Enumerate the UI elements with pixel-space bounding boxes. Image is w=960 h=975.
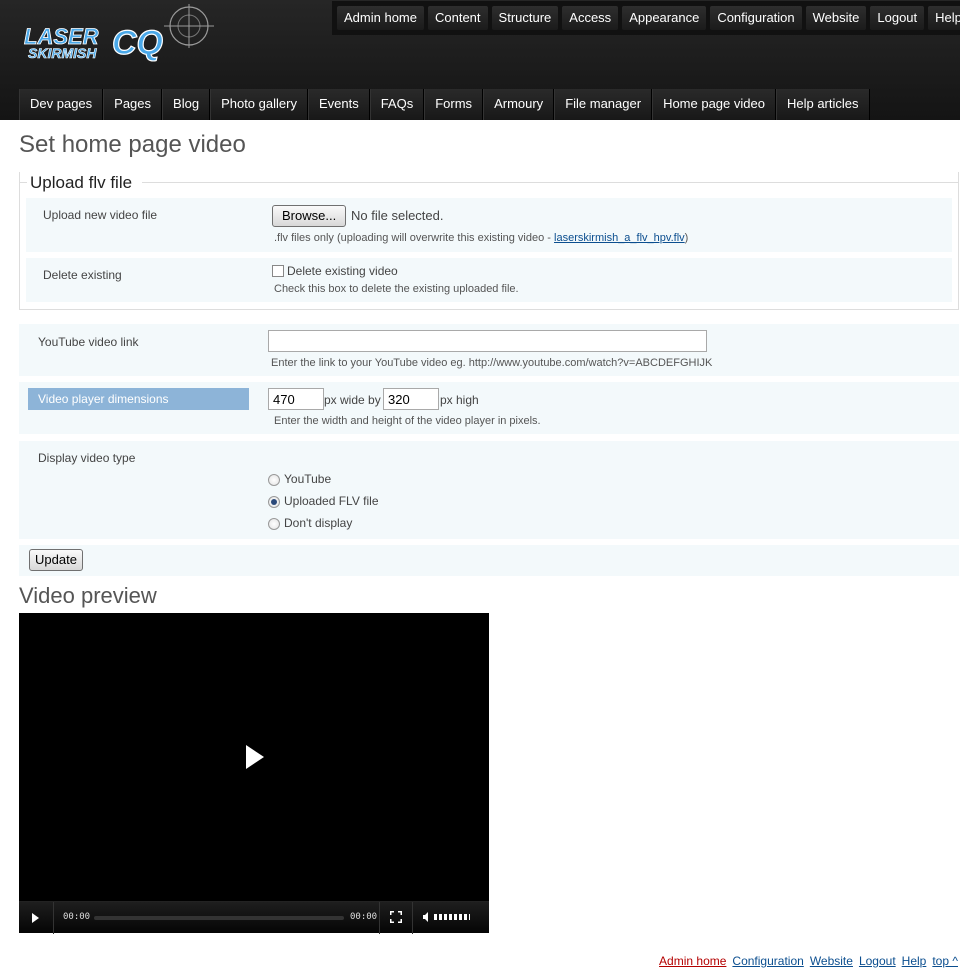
footer-logout[interactable]: Logout — [859, 954, 896, 968]
page-title: Set home page video — [19, 131, 246, 158]
delete-existing-label: Delete existing — [43, 268, 122, 282]
dimensions-help: Enter the width and height of the video … — [274, 415, 541, 427]
mainnav-help-articles[interactable]: Help articles — [775, 89, 870, 120]
fullscreen-icon[interactable] — [390, 911, 402, 923]
youtube-link-label: YouTube video link — [38, 335, 139, 349]
delete-help: Check this box to delete the existing up… — [274, 283, 519, 295]
mainnav-dev-pages[interactable]: Dev pages — [19, 89, 104, 120]
footer-configuration[interactable]: Configuration — [732, 954, 803, 968]
px-wide-by-text: px wide by — [324, 393, 381, 407]
update-row — [19, 545, 959, 576]
play-icon[interactable] — [32, 913, 39, 923]
footer-help[interactable]: Help — [902, 954, 927, 968]
px-high-text: px high — [440, 393, 479, 407]
no-file-text: No file selected. — [351, 208, 444, 223]
mainnav-file-manager[interactable]: File manager — [554, 89, 653, 120]
display-type-label: Display video type — [38, 451, 136, 465]
mainnav-photo-gallery[interactable]: Photo gallery — [210, 89, 308, 120]
video-height-input[interactable] — [383, 388, 439, 410]
youtube-link-input[interactable] — [268, 330, 707, 352]
upload-legend: Upload flv file — [30, 173, 137, 193]
svg-text:CQ: CQ — [112, 24, 163, 62]
controls-divider — [379, 902, 380, 934]
delete-row — [26, 258, 952, 302]
mainnav-armoury[interactable]: Armoury — [483, 89, 555, 120]
video-controls: 00:00 00:00 — [19, 901, 489, 934]
mainnav-events[interactable]: Events — [307, 89, 370, 120]
admin-top-nav: Admin home Content Structure Access Appe… — [332, 1, 960, 35]
duration-time: 00:00 — [350, 912, 378, 922]
existing-video-link[interactable]: laserskirmish_a_flv_hpv.flv — [554, 232, 685, 244]
upload-file-label: Upload new video file — [43, 208, 158, 222]
youtube-help: Enter the link to your YouTube video eg.… — [271, 357, 713, 369]
controls-divider — [53, 902, 54, 934]
mainnav-blog[interactable]: Blog — [162, 89, 211, 120]
volume-icon[interactable] — [423, 912, 431, 922]
radio-uploaded-flv-label[interactable]: Uploaded FLV file — [284, 494, 379, 508]
display-type-row — [19, 441, 959, 539]
main-nav: Dev pages Pages Blog Photo gallery Event… — [19, 89, 870, 120]
video-dimensions-label: Video player dimensions — [28, 388, 249, 410]
mainnav-faqs[interactable]: FAQs — [369, 89, 425, 120]
seek-bar[interactable] — [94, 916, 344, 920]
volume-slider[interactable] — [434, 914, 470, 920]
upload-help: .flv files only (uploading will overwrit… — [274, 232, 688, 244]
radio-dont-display[interactable] — [268, 518, 280, 530]
mainnav-home-page-video[interactable]: Home page video — [652, 89, 776, 120]
site-header: LASER SKIRMISH CQ Admin home Content Str… — [0, 0, 960, 120]
topnav-appearance[interactable]: Appearance — [622, 6, 707, 30]
topnav-content[interactable]: Content — [427, 6, 488, 30]
radio-youtube[interactable] — [268, 474, 280, 486]
topnav-logout[interactable]: Logout — [870, 6, 925, 30]
video-width-input[interactable] — [268, 388, 324, 410]
upload-help-suffix: ) — [684, 232, 689, 244]
mainnav-forms[interactable]: Forms — [424, 89, 484, 120]
controls-divider — [412, 902, 413, 934]
radio-uploaded-flv[interactable] — [268, 496, 280, 508]
play-overlay-icon[interactable] — [246, 745, 264, 769]
delete-checkbox-label[interactable]: Delete existing video — [287, 264, 398, 278]
topnav-help[interactable]: Help — [928, 6, 960, 30]
video-preview-title: Video preview — [19, 583, 157, 608]
footer-links: Admin home Configuration Website Logout … — [659, 954, 958, 968]
radio-dont-display-label[interactable]: Don't display — [284, 516, 352, 530]
update-button[interactable]: Update — [29, 549, 83, 571]
topnav-structure[interactable]: Structure — [491, 6, 559, 30]
radio-youtube-label[interactable]: YouTube — [284, 472, 331, 486]
topnav-access[interactable]: Access — [562, 6, 619, 30]
footer-admin-home[interactable]: Admin home — [659, 954, 726, 968]
video-player[interactable]: 00:00 00:00 — [19, 613, 489, 934]
footer-website[interactable]: Website — [810, 954, 853, 968]
upload-help-prefix: .flv files only (uploading will overwrit… — [274, 232, 555, 244]
topnav-configuration[interactable]: Configuration — [710, 6, 802, 30]
topnav-website[interactable]: Website — [805, 6, 867, 30]
footer-top[interactable]: top ^ — [932, 954, 958, 968]
topnav-admin-home[interactable]: Admin home — [337, 6, 424, 30]
laser-skirmish-logo[interactable]: LASER SKIRMISH CQ — [18, 4, 218, 66]
svg-text:SKIRMISH: SKIRMISH — [28, 45, 97, 61]
delete-existing-checkbox[interactable] — [272, 265, 284, 277]
current-time: 00:00 — [63, 912, 91, 922]
browse-button[interactable]: Browse... — [272, 205, 347, 227]
mainnav-pages[interactable]: Pages — [103, 89, 163, 120]
